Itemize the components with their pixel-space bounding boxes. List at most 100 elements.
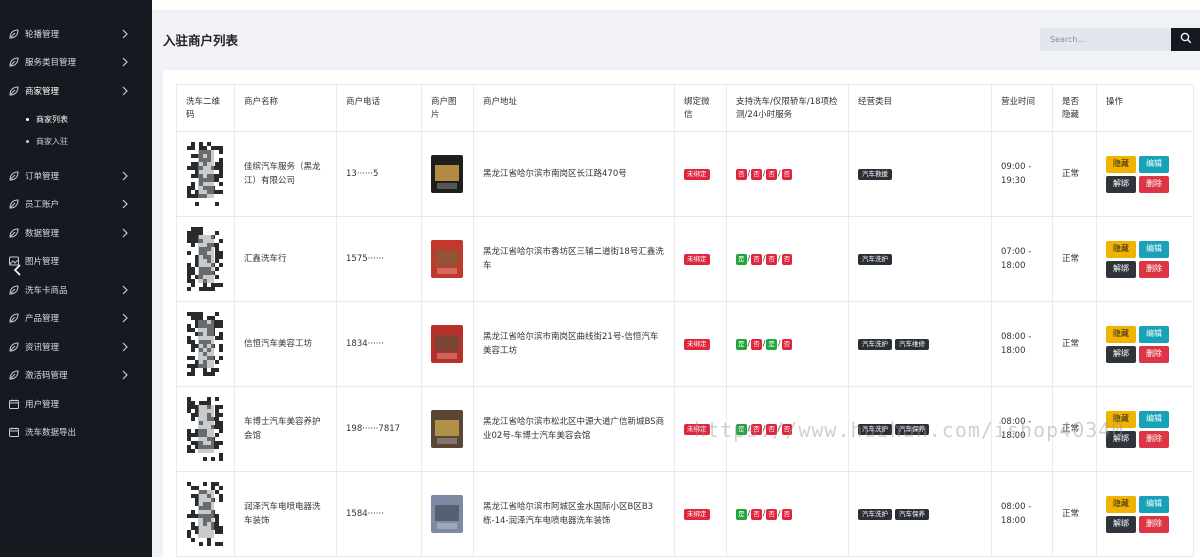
sidebar-item-label: 洗车数据导出 xyxy=(25,428,77,438)
phone-cell: 13······5 xyxy=(336,131,422,217)
actions-cell: 隐藏 编辑 解绑 删除 xyxy=(1096,386,1194,472)
category-tag: 汽车洗护 xyxy=(858,509,892,520)
address-cell: 黑龙江省哈尔滨市阿城区金水国际小区B区B3栋-14-润泽汽车电喷电器洗车装饰 xyxy=(473,471,675,557)
search-input[interactable] xyxy=(1040,28,1171,51)
service-flag-badge: 否 xyxy=(781,169,793,180)
table-row: 润泽汽车电喷电器洗车装饰 1584······ 黑龙江省哈尔滨市阿城区金水国际小区B… xyxy=(176,471,1194,557)
table-row: 信恒汽车美容工坊 1834······ 黑龙江省哈尔滨市南岗区曲线街21号-信恒汽车… xyxy=(176,301,1194,387)
hide-button[interactable]: 隐藏 xyxy=(1106,325,1136,343)
actions-cell: 隐藏 编辑 解绑 删除 xyxy=(1096,216,1194,302)
wechat-status-badge: 未绑定 xyxy=(684,424,710,435)
table-row: 车博士汽车美容养护会馆 198······7817 黑龙江省哈尔滨市松北区中源大道广… xyxy=(176,386,1194,472)
sidebar-item-9[interactable]: 产品管理 xyxy=(0,307,152,329)
service-flag-badge: 否 xyxy=(751,424,762,435)
sidebar-item-label: 激活码管理 xyxy=(25,371,68,381)
chevron-right-icon xyxy=(120,56,130,68)
unbind-button[interactable]: 解绑 xyxy=(1106,260,1136,278)
hours-cell: 08:00 - 18:00 xyxy=(991,301,1053,387)
sidebar-item-8[interactable]: 洗车卡商品 xyxy=(0,279,152,301)
unbind-button[interactable]: 解绑 xyxy=(1106,515,1136,533)
wechat-cell: 未绑定 xyxy=(674,471,727,557)
slash-separator: / xyxy=(777,424,781,433)
unbind-button[interactable]: 解绑 xyxy=(1106,345,1136,363)
qr-cell xyxy=(176,301,235,387)
delete-button[interactable]: 删除 xyxy=(1139,430,1169,448)
sidebar-item-3[interactable]: 商家管理 xyxy=(0,80,152,102)
category-tag: 汽车洗护 xyxy=(858,339,892,350)
service-flag-badge: 否 xyxy=(766,509,777,520)
leaf-icon xyxy=(8,284,20,296)
calendar-icon xyxy=(8,426,20,438)
sidebar-item-label: 员工账户 xyxy=(25,200,60,210)
qr-code-image xyxy=(186,397,225,461)
service-flag-badge: 否 xyxy=(781,339,793,350)
edit-button[interactable]: 编辑 xyxy=(1139,155,1169,173)
wechat-status-badge: 未绑定 xyxy=(684,254,710,265)
submenu-merchant-list[interactable]: 商家列表 xyxy=(26,111,68,127)
submenu-merchant-join[interactable]: 商家入驻 xyxy=(26,133,68,149)
image-cell xyxy=(421,471,474,557)
hide-button[interactable]: 隐藏 xyxy=(1106,410,1136,428)
sidebar-item-12[interactable]: 用户管理 xyxy=(0,393,152,415)
unbind-button[interactable]: 解绑 xyxy=(1106,175,1136,193)
table-row: 佳缤汽车服务（黑龙江）有限公司 13······5 黑龙江省哈尔滨市南岗区长江路47… xyxy=(176,131,1194,217)
wechat-cell: 未绑定 xyxy=(674,216,727,302)
collapse-sidebar-chevron-icon[interactable] xyxy=(10,262,26,278)
address-cell: 黑龙江省哈尔滨市南岗区长江路470号 xyxy=(473,131,675,217)
sidebar-item-13[interactable]: 洗车数据导出 xyxy=(0,421,152,443)
edit-button[interactable]: 编辑 xyxy=(1139,410,1169,428)
edit-button[interactable]: 编辑 xyxy=(1139,240,1169,258)
page-title: 入驻商户列表 xyxy=(163,33,239,48)
chevron-right-icon xyxy=(120,28,130,40)
services-cell: 是 / 否 / 否 / 否 xyxy=(726,216,849,302)
chevron-right-icon xyxy=(120,198,130,210)
leaf-icon xyxy=(8,227,20,239)
qr-cell xyxy=(176,471,235,557)
sidebar-item-5[interactable]: 员工账户 xyxy=(0,193,152,215)
unbind-button[interactable]: 解绑 xyxy=(1106,430,1136,448)
slash-separator: / xyxy=(762,424,766,433)
sidebar-item-10[interactable]: 资讯管理 xyxy=(0,336,152,358)
sidebar-item-label: 订单管理 xyxy=(25,172,60,182)
delete-button[interactable]: 删除 xyxy=(1139,260,1169,278)
slash-separator: / xyxy=(747,169,751,178)
hide-button[interactable]: 隐藏 xyxy=(1106,240,1136,258)
merchant-photo[interactable] xyxy=(431,495,464,533)
slash-separator: / xyxy=(777,254,781,263)
name-cell: 润泽汽车电喷电器洗车装饰 xyxy=(234,471,337,557)
chevron-right-icon xyxy=(120,227,130,239)
hidden-cell: 正常 xyxy=(1052,216,1097,302)
col-header-phone: 商户电话 xyxy=(336,84,422,132)
submenu-label: 商家列表 xyxy=(36,114,68,124)
qr-code-image xyxy=(186,482,225,546)
edit-button[interactable]: 编辑 xyxy=(1139,325,1169,343)
col-header-hidden: 是否隐藏 xyxy=(1052,84,1097,132)
sidebar-item-6[interactable]: 数据管理 xyxy=(0,222,152,244)
sidebar-item-label: 数据管理 xyxy=(25,229,60,239)
image-cell xyxy=(421,301,474,387)
col-header-qr: 洗车二维码 xyxy=(176,84,235,132)
delete-button[interactable]: 删除 xyxy=(1139,175,1169,193)
search-button[interactable] xyxy=(1171,28,1200,51)
delete-button[interactable]: 删除 xyxy=(1139,515,1169,533)
sidebar-item-1[interactable]: 轮播管理 xyxy=(0,23,152,45)
hide-button[interactable]: 隐藏 xyxy=(1106,155,1136,173)
merchant-photo[interactable] xyxy=(431,325,464,363)
merchant-photo[interactable] xyxy=(431,155,464,193)
phone-cell: 198······7817 xyxy=(336,386,422,472)
sidebar-item-4[interactable]: 订单管理 xyxy=(0,165,152,187)
col-header-categories: 经营类目 xyxy=(848,84,992,132)
sidebar-item-11[interactable]: 激活码管理 xyxy=(0,364,152,386)
sidebar-item-2[interactable]: 服务类目管理 xyxy=(0,51,152,73)
hide-button[interactable]: 隐藏 xyxy=(1106,495,1136,513)
col-header-wechat: 绑定微信 xyxy=(674,84,727,132)
hours-cell: 09:00 - 19:30 xyxy=(991,131,1053,217)
edit-button[interactable]: 编辑 xyxy=(1139,495,1169,513)
merchant-photo[interactable] xyxy=(431,240,464,278)
hidden-cell: 正常 xyxy=(1052,471,1097,557)
delete-button[interactable]: 删除 xyxy=(1139,345,1169,363)
wechat-cell: 未绑定 xyxy=(674,131,727,217)
merchant-photo[interactable] xyxy=(431,410,464,448)
image-cell xyxy=(421,386,474,472)
wechat-cell: 未绑定 xyxy=(674,386,727,472)
